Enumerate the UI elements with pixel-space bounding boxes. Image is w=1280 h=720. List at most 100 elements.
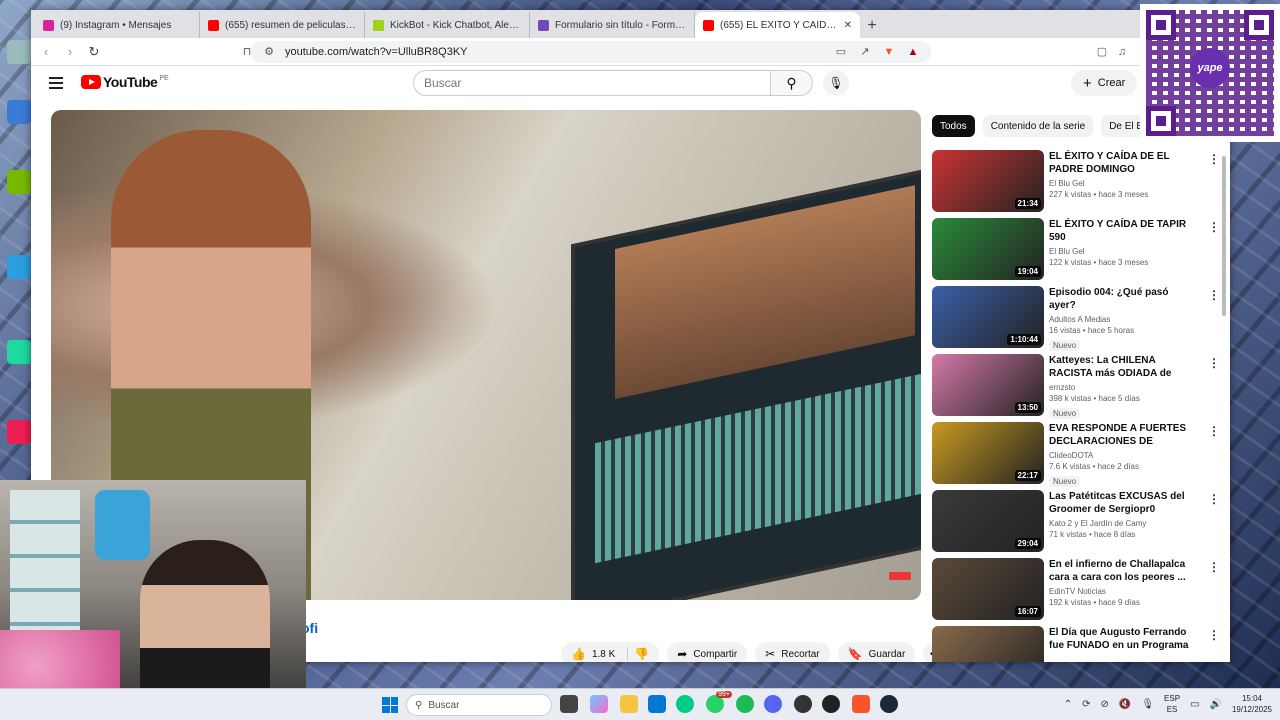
sync-icon[interactable]: ⟳ <box>1082 699 1090 710</box>
media-icon[interactable]: ♫ <box>1114 44 1130 60</box>
file-explorer-icon[interactable] <box>620 695 638 713</box>
cast-icon[interactable]: ▭ <box>833 44 849 60</box>
channel-name[interactable]: Adultos A Medias <box>1049 315 1189 324</box>
spotify-icon[interactable] <box>736 695 754 713</box>
thumbs-down-icon[interactable]: 👎 <box>634 647 649 661</box>
more-options-icon[interactable]: ⋮ <box>1208 492 1220 506</box>
search-button[interactable]: ⚲ <box>771 70 813 96</box>
browser-tab[interactable]: (655) resumen de peliculas - YouTube <box>200 12 365 38</box>
task-view-icon[interactable] <box>560 695 578 713</box>
desktop-icon-nvidia[interactable] <box>4 170 34 196</box>
chevron-up-icon[interactable]: ⌃ <box>1064 699 1072 710</box>
store-icon[interactable] <box>648 695 666 713</box>
more-options-icon[interactable]: ⋮ <box>1208 628 1220 642</box>
video-thumbnail[interactable] <box>932 626 1044 662</box>
reload-icon[interactable]: ↻ <box>87 44 101 60</box>
browser-tab[interactable]: (9) Instagram • Mensajes <box>35 12 200 38</box>
related-video[interactable]: 19:04 EL ÉXITO Y CAÍDA DE TAPIR 590 El Blu… <box>932 218 1220 286</box>
display-icon[interactable]: ▭ <box>1190 699 1199 710</box>
video-thumbnail[interactable]: 16:07 <box>932 558 1044 620</box>
taskbar-search[interactable]: ⚲ Buscar <box>406 694 552 716</box>
desktop-icon-zinx[interactable] <box>4 255 34 281</box>
browser-tab[interactable]: KickBot - Kick Chatbot, Alerts, TTS, O..… <box>365 12 530 38</box>
youtube-logo[interactable]: YouTube PE <box>81 74 169 90</box>
video-title[interactable]: Las Patétitcas EXCUSAS del Groomer de Se… <box>1049 490 1189 516</box>
more-options-icon[interactable]: ⋮ <box>1208 152 1220 166</box>
more-options-icon[interactable]: ⋮ <box>1208 288 1220 302</box>
desktop-icon-voicemod[interactable] <box>4 340 34 366</box>
more-options-icon[interactable]: ⋮ <box>1208 220 1220 234</box>
clip-button[interactable]: ✂ Recortar <box>755 642 830 662</box>
more-options-icon[interactable]: ⋮ <box>1208 356 1220 370</box>
desktop-icon-microsoft[interactable] <box>4 100 34 126</box>
more-options-icon[interactable]: ⋮ <box>1208 560 1220 574</box>
address-bar[interactable]: ⚙ youtube.com/watch?v=UlluBR8Q3KY ▭ ↗ ▼ … <box>251 40 931 63</box>
site-settings-icon[interactable]: ⚙ <box>261 44 277 60</box>
related-video[interactable]: 29:04 Las Patétitcas EXCUSAS del Groomer … <box>932 490 1220 558</box>
video-thumbnail[interactable]: 13:50 <box>932 354 1044 416</box>
channel-name[interactable]: Kato 2 y El Jardín de Camy <box>1049 519 1189 528</box>
video-title[interactable]: En el infierno de Challapalca cara a car… <box>1049 558 1189 584</box>
video-thumbnail[interactable]: 21:34 <box>932 150 1044 212</box>
obs-icon[interactable] <box>822 695 840 713</box>
brave-rewards-icon[interactable]: ▲ <box>905 44 921 60</box>
edge-icon[interactable] <box>676 695 694 713</box>
related-video[interactable]: El Día que Augusto Ferrando fue FUNADO e… <box>932 626 1220 662</box>
new-tab-icon[interactable]: + <box>860 14 884 38</box>
forward-icon[interactable]: › <box>63 44 77 59</box>
mic-icon[interactable]: 🎙 <box>1141 699 1154 710</box>
close-tab-icon[interactable]: ✕ <box>844 20 852 31</box>
browser-tab[interactable]: (655) EL ÉXITO Y CAÍDA DE D... ✕ <box>695 12 860 38</box>
video-title[interactable]: EL ÉXITO Y CAÍDA DE EL PADRE DOMINGO <box>1049 150 1189 176</box>
channel-name[interactable]: ernzsto <box>1049 383 1189 392</box>
language-indicator[interactable]: ESP ES <box>1164 693 1180 715</box>
sidebar-scrollbar[interactable] <box>1222 156 1228 656</box>
network-off-icon[interactable]: ⊘ <box>1100 699 1108 710</box>
related-video[interactable]: 21:34 EL ÉXITO Y CAÍDA DE EL PADRE DOMING… <box>932 150 1220 218</box>
discord-icon[interactable] <box>764 695 782 713</box>
video-thumbnail[interactable]: 22:17 <box>932 422 1044 484</box>
filter-chip[interactable]: Todos <box>932 115 975 137</box>
video-title[interactable]: Katteyes: La CHILENA RACISTA más ODIADA … <box>1049 354 1189 380</box>
video-thumbnail[interactable]: 29:04 <box>932 490 1044 552</box>
video-thumbnail[interactable]: 1:10:44 <box>932 286 1044 348</box>
menu-icon[interactable] <box>49 77 63 92</box>
search-input[interactable]: Buscar <box>413 70 771 96</box>
copilot-icon[interactable] <box>590 695 608 713</box>
video-title[interactable]: El Día que Augusto Ferrando fue FUNADO e… <box>1049 626 1189 652</box>
channel-name[interactable]: El Blu Gel <box>1049 247 1189 256</box>
sidebar-toggle-icon[interactable]: ▢ <box>1094 44 1110 60</box>
filter-chip[interactable]: Contenido de la serie <box>982 115 1094 137</box>
related-video[interactable]: 22:17 EVA RESPONDE A FUERTES DECLARACIONE… <box>932 422 1220 490</box>
desktop-icon-paper[interactable] <box>4 40 34 66</box>
video-thumbnail[interactable]: 19:04 <box>932 218 1044 280</box>
video-title[interactable]: EL ÉXITO Y CAÍDA DE TAPIR 590 <box>1049 218 1189 244</box>
voice-search-button[interactable]: 🎙 <box>823 70 849 96</box>
mute-icon[interactable]: 🔇 <box>1119 699 1131 710</box>
clock[interactable]: 15:04 19/12/2025 <box>1232 693 1272 715</box>
brave-icon[interactable] <box>852 695 870 713</box>
channel-name[interactable]: El Blu Gel <box>1049 179 1189 188</box>
browser-tab[interactable]: Formulario sin título - Formularios de..… <box>530 12 695 38</box>
share-button[interactable]: ➦ Compartir <box>667 642 748 662</box>
channel-name[interactable]: EdinTV Noticias <box>1049 587 1189 596</box>
brave-shield-icon[interactable]: ▼ <box>881 44 897 60</box>
related-video[interactable]: 1:10:44 Episodio 004: ¿Qué pasó ayer? Adul… <box>932 286 1220 354</box>
channel-name[interactable]: ClideoDOTA <box>1049 451 1189 460</box>
share-page-icon[interactable]: ↗ <box>857 44 873 60</box>
create-button[interactable]: + Crear <box>1071 70 1138 96</box>
steam-icon[interactable] <box>880 695 898 713</box>
related-video[interactable]: 13:50 Katteyes: La CHILENA RACISTA más OD… <box>932 354 1220 422</box>
start-button[interactable] <box>382 697 398 713</box>
app-icon[interactable] <box>794 695 812 713</box>
like-button[interactable]: 👍 1.8 K 👎 <box>561 642 660 662</box>
video-title[interactable]: Episodio 004: ¿Qué pasó ayer? <box>1049 286 1189 312</box>
back-icon[interactable]: ‹ <box>39 44 53 59</box>
whatsapp-icon[interactable]: 99+ <box>706 691 732 713</box>
save-button[interactable]: 🔖 Guardar <box>837 642 916 662</box>
related-video[interactable]: 16:07 En el infierno de Challapalca cara … <box>932 558 1220 626</box>
volume-icon[interactable]: 🔊 <box>1210 699 1222 710</box>
more-options-icon[interactable]: ⋮ <box>1208 424 1220 438</box>
video-title[interactable]: EVA RESPONDE A FUERTES DECLARACIONES DE … <box>1049 422 1189 448</box>
bookmark-icon[interactable]: ⊓ <box>239 44 255 60</box>
